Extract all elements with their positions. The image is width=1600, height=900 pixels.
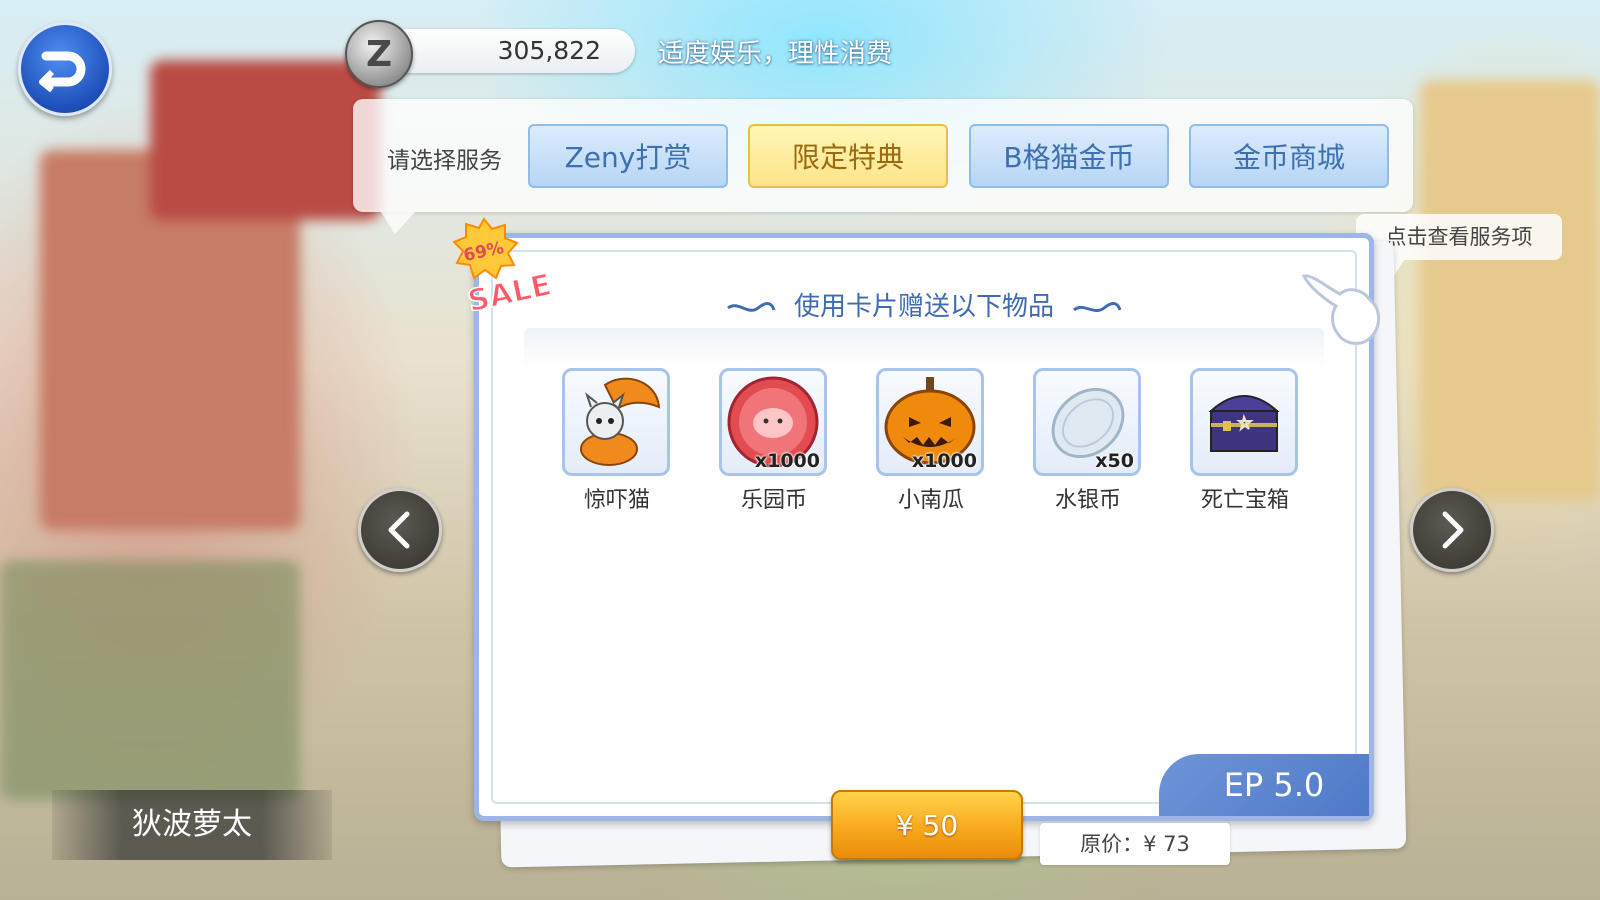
- death-chest-icon: [1208, 395, 1280, 452]
- gift-card: 使用卡片赠送以下物品 惊吓猫 x1000 乐园币 x1000 小南瓜 x50 水…: [474, 233, 1374, 821]
- player-name: 狄波萝太: [52, 790, 332, 860]
- item-slot: x1000: [876, 368, 984, 476]
- header-band: [524, 328, 1324, 368]
- tab-zeny-tip[interactable]: Zeny打赏: [528, 124, 728, 188]
- item-name: 惊吓猫: [583, 488, 650, 513]
- chevron-right-icon: [1442, 511, 1464, 549]
- tab-gold-shop[interactable]: 金币商城: [1189, 124, 1389, 188]
- back-arrow-icon: [39, 51, 86, 92]
- swirl-right-icon: [1073, 301, 1122, 312]
- item-name: 乐园币: [740, 488, 807, 513]
- reward-item[interactable]: 惊吓猫: [562, 368, 672, 514]
- sale-badge: 69% SALE: [448, 215, 568, 320]
- zeny-coin-icon: Z: [345, 20, 413, 88]
- reward-item[interactable]: x50 水银币: [1033, 368, 1143, 514]
- swirl-left-icon: [727, 301, 776, 312]
- service-selector-panel: 请选择服务 Zeny打赏 限定特典 B格猫金币 金币商城: [353, 99, 1413, 234]
- original-price: 原价：¥ 73: [1040, 823, 1230, 865]
- service-label: 请选择服务: [387, 148, 502, 174]
- item-name: 水银币: [1054, 488, 1121, 513]
- item-slot: [1190, 368, 1298, 476]
- moderation-notice: 适度娱乐，理性消费: [658, 39, 893, 69]
- card-header: 使用卡片赠送以下物品: [479, 286, 1369, 323]
- chevron-left-icon: [388, 511, 410, 549]
- tab-bcat-gold[interactable]: B格猫金币: [969, 124, 1169, 188]
- reward-item[interactable]: x1000 小南瓜: [876, 368, 986, 514]
- item-slot: x50: [1033, 368, 1141, 476]
- reward-item[interactable]: 死亡宝箱: [1190, 368, 1300, 514]
- buy-button[interactable]: ¥ 50: [831, 790, 1023, 860]
- item-slot: x1000: [719, 368, 827, 476]
- item-name: 死亡宝箱: [1200, 488, 1289, 513]
- pointer-hand-icon: [1300, 268, 1386, 348]
- zeny-amount: 305,822: [385, 29, 635, 73]
- ep-version-badge: EP 5.0: [1159, 754, 1369, 816]
- item-quantity: x1000: [754, 450, 820, 472]
- item-quantity: x50: [1095, 450, 1134, 472]
- card-header-text: 使用卡片赠送以下物品: [793, 292, 1054, 322]
- back-button[interactable]: [18, 22, 112, 116]
- tab-limited-special[interactable]: 限定特典: [748, 124, 948, 188]
- next-arrow-button[interactable]: [1410, 488, 1494, 572]
- prev-arrow-button[interactable]: [358, 488, 442, 572]
- item-name: 小南瓜: [897, 488, 964, 513]
- item-slot: [562, 368, 670, 476]
- sale-star-icon: 69% SALE: [452, 217, 555, 320]
- item-quantity: x1000: [911, 450, 977, 472]
- pumpkin-cat-icon: [580, 377, 661, 466]
- reward-item[interactable]: x1000 乐园币: [719, 368, 829, 514]
